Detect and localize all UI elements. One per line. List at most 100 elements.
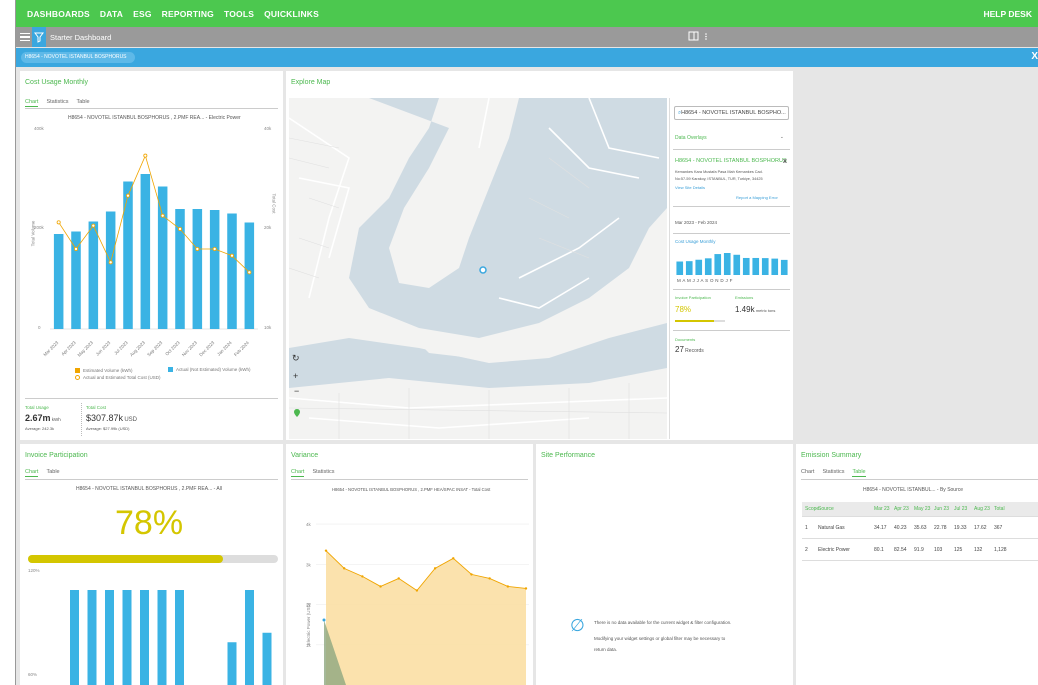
variance-point[interactable] [470, 573, 473, 576]
cost-point[interactable] [143, 153, 148, 158]
cost-point[interactable] [56, 220, 61, 225]
data-overlays-toggle[interactable]: Data Overlays [675, 135, 707, 141]
cost-point[interactable] [74, 246, 79, 251]
x-tick-label: Oct 2023 [164, 340, 181, 357]
x-tick-label: Mar 2023 [42, 340, 59, 357]
nav-dashboards[interactable]: DASHBOARDS [27, 9, 90, 19]
top-nav: DASHBOARDS DATA ESG REPORTING TOOLS QUIC… [16, 0, 1038, 27]
variance-point[interactable] [524, 587, 528, 590]
variance-point[interactable] [433, 567, 437, 570]
cost-point[interactable] [91, 223, 96, 228]
legend-actual[interactable]: Actual (Not Estimated) Volume (kWh) [168, 367, 251, 373]
dashboard-actions[interactable] [688, 31, 709, 44]
cell: 22.78 [934, 524, 947, 531]
baseline-point [322, 618, 326, 622]
x-tick-label: May 2023 [77, 340, 95, 358]
volume-bar[interactable] [157, 186, 168, 330]
legend-estimated[interactable]: Estimated Volume (kWh) [75, 367, 160, 374]
site-search-select[interactable]: ⌕H8654 - NOVOTEL ISTANBUL BOSPHO... [674, 106, 789, 120]
tab-table[interactable]: Table [46, 469, 59, 477]
variance-point[interactable] [415, 589, 419, 592]
y-tick-label: 4k [306, 522, 312, 527]
invoice-progress-track [675, 320, 725, 322]
tab-chart[interactable]: Chart [25, 469, 39, 477]
col-scope[interactable]: Scope [802, 506, 819, 512]
chevron-down-icon[interactable]: ⌄ [780, 134, 784, 140]
table-subtitle[interactable]: H8654 - NOVOTEL ISTANBUL... - By Source [863, 487, 963, 493]
nav-quicklinks[interactable]: QUICKLINKS [264, 9, 319, 19]
report-error-link[interactable]: Report a Mapping Error [736, 195, 778, 200]
x-tick-label: Aug 2023 [129, 340, 147, 358]
col-jul[interactable]: Jul 23 [954, 506, 974, 512]
cost-point[interactable] [160, 213, 165, 218]
table-row[interactable]: 1 Natural Gas 34.17 40.23 35.63 22.78 19… [802, 517, 1038, 539]
cost-point[interactable] [195, 246, 200, 251]
legend-cost[interactable]: Actual and Estimated Total Cost (USD) [75, 374, 160, 381]
table-row[interactable]: 2 Electric Power 80.1 82.54 91.9 103 125… [802, 539, 1038, 561]
volume-bar[interactable] [53, 234, 64, 329]
zoom-in-button[interactable]: + [293, 371, 298, 381]
volume-bar[interactable] [88, 221, 99, 330]
mini-cost-chart[interactable] [675, 253, 789, 275]
cost-point[interactable] [108, 260, 113, 265]
filter-button[interactable] [32, 27, 46, 47]
cell: 34.17 [874, 524, 887, 531]
nav-tools[interactable]: TOOLS [224, 9, 254, 19]
variance-point[interactable] [452, 557, 455, 560]
col-total[interactable]: Total [994, 506, 1014, 512]
nav-esg[interactable]: ESG [133, 9, 152, 19]
col-mar[interactable]: Mar 23 [874, 506, 894, 512]
cost-point[interactable] [247, 270, 252, 275]
variance-point[interactable] [506, 585, 510, 588]
cost-point[interactable] [126, 193, 131, 198]
volume-bar[interactable] [227, 213, 237, 330]
tab-chart[interactable]: Chart [801, 469, 814, 477]
variance-point[interactable] [488, 577, 491, 580]
col-source[interactable]: Source [818, 506, 874, 512]
dashboard-title[interactable]: Starter Dashboard [50, 33, 111, 42]
invoice-bar-chart[interactable] [20, 584, 283, 685]
variance-area-chart[interactable]: 4k3k2k1kElectric Power (USD) [286, 444, 533, 685]
variance-point[interactable] [342, 567, 346, 570]
volume-bar[interactable] [140, 174, 151, 329]
variance-point[interactable] [324, 549, 328, 552]
close-icon[interactable]: x [783, 158, 787, 165]
col-may[interactable]: May 23 [914, 506, 934, 512]
rotate-icon[interactable]: ↻ [292, 353, 300, 364]
location-icon[interactable] [293, 408, 301, 418]
col-jun[interactable]: Jun 23 [934, 506, 954, 512]
cost-point[interactable] [177, 226, 182, 231]
clear-filter-button[interactable]: X [1031, 51, 1038, 62]
volume-bar[interactable] [105, 211, 116, 330]
cost-point[interactable] [212, 246, 217, 251]
legend-label: Actual and Estimated Total Cost (USD) [83, 375, 161, 380]
site-name[interactable]: H8654 - NOVOTEL ISTANBUL BOSPHORUS [675, 158, 787, 164]
col-apr[interactable]: Apr 23 [894, 506, 914, 512]
help-desk-link[interactable]: HELP DESK [984, 9, 1033, 19]
nav-reporting[interactable]: REPORTING [162, 9, 214, 19]
view-site-details-link[interactable]: View Site Details [675, 185, 705, 190]
cost-point[interactable] [229, 253, 234, 258]
site-filter-chip[interactable]: H8654 - NOVOTEL ISTANBUL BOSPHORUS [21, 52, 135, 63]
menu-icon[interactable] [20, 31, 30, 43]
volume-bar[interactable] [244, 222, 255, 330]
zoom-out-button[interactable]: − [294, 386, 299, 396]
variance-point[interactable] [379, 585, 382, 588]
volume-bar[interactable] [192, 209, 203, 329]
map-canvas[interactable]: ↻ + − [289, 98, 667, 439]
variance-point[interactable] [361, 575, 364, 578]
documents-value[interactable]: 27 Records [675, 345, 704, 354]
divider [25, 479, 278, 480]
tab-statistics[interactable]: Statistics [822, 469, 844, 477]
layout-icon[interactable] [688, 31, 700, 42]
variance-point[interactable] [397, 577, 400, 580]
cost-usage-chart[interactable]: Mar 2023 Apr 2023 May 2023 Jun 2023 Jul 2023… [20, 71, 283, 371]
volume-bar[interactable] [71, 231, 81, 330]
volume-bar[interactable] [209, 210, 220, 329]
more-icon[interactable] [703, 31, 709, 42]
tab-table[interactable]: Table [852, 469, 866, 477]
volume-bar[interactable] [123, 181, 133, 330]
chart-subtitle[interactable]: H8654 - NOVOTEL ISTANBUL BOSPHORUS , 2.P… [76, 486, 222, 492]
col-aug[interactable]: Aug 23 [974, 506, 994, 512]
nav-data[interactable]: DATA [100, 9, 123, 19]
